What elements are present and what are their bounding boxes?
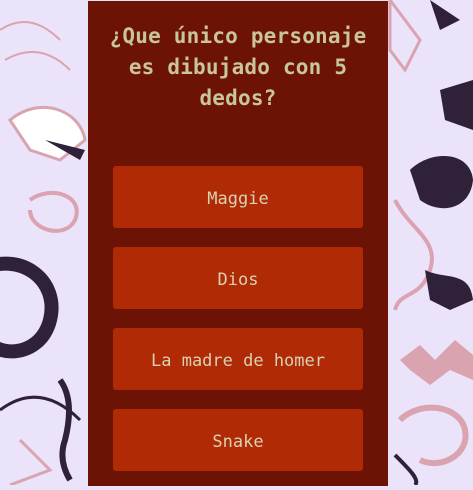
answer-button-dios[interactable]: Dios (113, 247, 363, 309)
quiz-card: ¿Que único personaje es dibujado con 5 d… (88, 1, 388, 486)
answer-list: Maggie Dios La madre de homer Snake (113, 166, 363, 490)
donut-doodle-left (0, 256, 59, 359)
zigzag-doodle-right (400, 340, 473, 385)
answer-button-snake[interactable]: Snake (113, 409, 363, 471)
pill-doodle-right (410, 80, 473, 209)
drip-doodle-right (393, 199, 473, 311)
cone-doodle-right (388, 0, 460, 73)
bean-doodle-left (28, 190, 79, 233)
question-text: ¿Que único personaje es dibujado con 5 d… (109, 24, 367, 110)
answer-button-madre-de-homer[interactable]: La madre de homer (113, 328, 363, 390)
answer-button-maggie[interactable]: Maggie (113, 166, 363, 228)
swirl-doodle-right (393, 404, 469, 485)
sketch-lines-left (0, 21, 82, 485)
lollipop-doodle-left (8, 105, 87, 162)
